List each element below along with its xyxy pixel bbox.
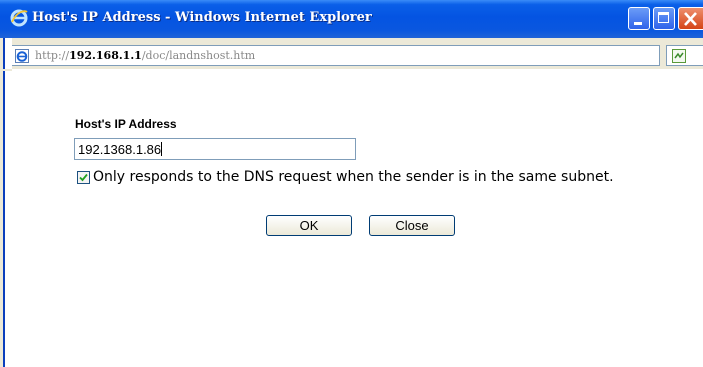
host-ip-label: Host's IP Address xyxy=(75,117,177,131)
compatibility-button[interactable] xyxy=(666,45,703,66)
ie-page-icon xyxy=(15,49,29,63)
close-icon xyxy=(684,12,697,26)
ok-button[interactable]: OK xyxy=(266,215,352,236)
url-path: /doc/landnshost.htm xyxy=(141,49,256,62)
address-field[interactable]: http://192.168.1.1/doc/landnshost.htm xyxy=(10,45,660,66)
window-frame-left xyxy=(0,38,12,367)
close-button[interactable]: Close xyxy=(369,215,455,236)
title-bar[interactable]: Host's IP Address - Windows Internet Exp… xyxy=(0,0,703,38)
same-subnet-label: Only responds to the DNS request when th… xyxy=(93,169,614,185)
host-ip-input[interactable]: 192.1368.1.86 xyxy=(74,138,356,160)
close-window-button[interactable] xyxy=(678,7,703,30)
maximize-button[interactable] xyxy=(653,7,675,30)
page-content: Host's IP Address 192.1368.1.86 Only res… xyxy=(12,69,703,367)
minimize-button[interactable] xyxy=(628,7,650,30)
text-cursor xyxy=(161,142,163,156)
window-frame-separator xyxy=(0,69,12,71)
compatibility-icon xyxy=(672,49,686,63)
url-prefix: http:// xyxy=(35,49,70,62)
address-url: http://192.168.1.1/doc/landnshost.htm xyxy=(35,49,255,62)
host-ip-value: 192.1368.1.86 xyxy=(78,142,162,157)
window-title: Host's IP Address - Windows Internet Exp… xyxy=(32,10,372,25)
ie-logo-icon xyxy=(10,9,28,27)
url-host: 192.168.1.1 xyxy=(69,49,142,62)
